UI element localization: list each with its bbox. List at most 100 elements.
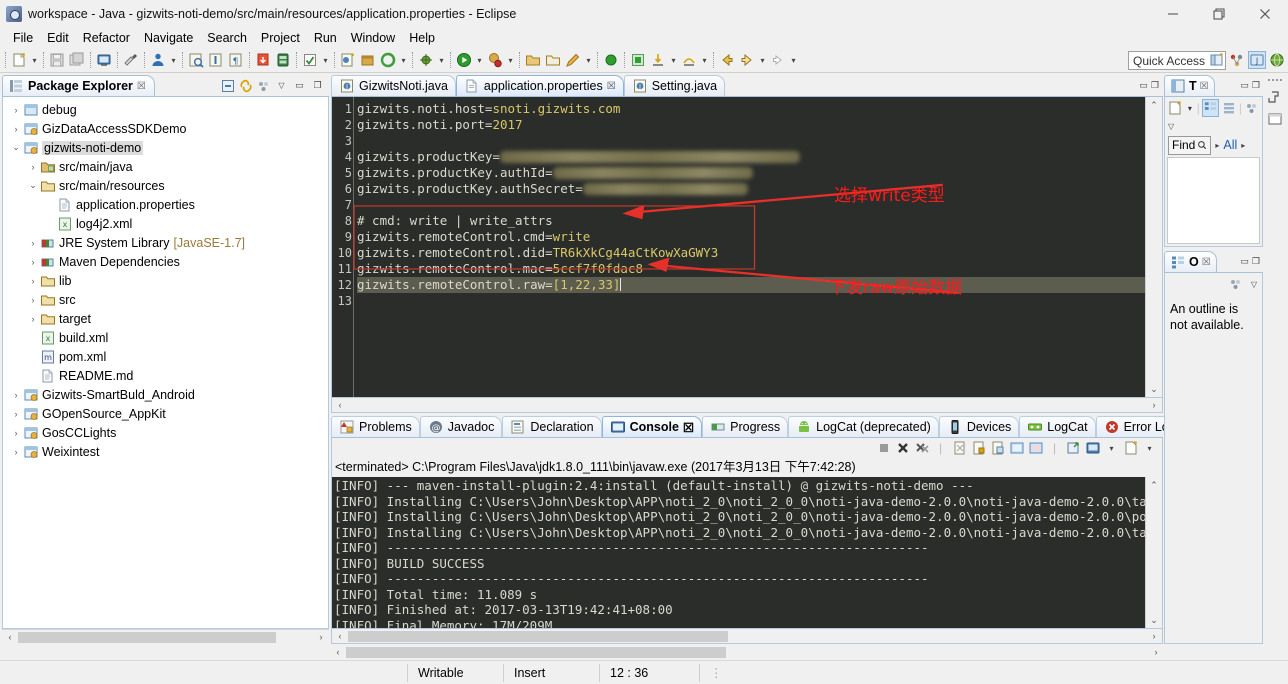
perspective-globe-icon[interactable] [1268,51,1286,69]
run-external-tools-icon[interactable] [485,50,505,70]
code-line[interactable] [357,197,1145,213]
minimize-button[interactable] [1150,0,1196,28]
scroll-left-icon[interactable]: ‹ [332,400,348,410]
maximize-button[interactable] [1196,0,1242,28]
console-tab-logcat-deprecated[interactable]: LogCat (deprecated) [788,416,939,437]
twisty-collapsed-icon[interactable]: › [9,447,23,457]
console-hscroll-track[interactable] [348,630,1146,643]
print-console-icon[interactable] [94,50,114,70]
tree-item-src-main-java[interactable]: ›src/main/java [3,157,328,176]
tree-item-build-xml[interactable]: xbuild.xml [3,328,328,347]
twisty-collapsed-icon[interactable]: › [9,390,23,400]
close-icon[interactable]: ☒ [1200,81,1209,92]
show-console-on-output-icon[interactable] [989,439,1006,457]
code-line[interactable] [357,133,1145,149]
scroll-right-icon[interactable]: › [1148,647,1164,657]
code-viewport[interactable]: 12345678910111213 gizwits.noti.host=snot… [332,97,1145,397]
menu-window[interactable]: Window [344,30,402,46]
maximize-view-icon[interactable]: ❐ [1252,80,1260,91]
outline-menu-chevron-icon[interactable]: ▽ [1251,280,1257,289]
categorized-mode-icon[interactable] [1202,99,1219,117]
task-view-menu-icon[interactable] [1244,99,1260,117]
scroll-up-icon[interactable]: ⌃ [1147,477,1162,493]
pencil-icon[interactable] [563,50,583,70]
console-tab-problems[interactable]: Problems [331,416,420,437]
scroll-lock-icon[interactable] [970,439,987,457]
twisty-expanded-icon[interactable]: ⌄ [9,142,23,153]
twisty-expanded-icon[interactable]: ⌄ [26,180,40,191]
forward-dropdown-icon[interactable]: ▾ [788,50,799,70]
quick-fix-icon[interactable] [121,50,141,70]
open-folder-grey-icon[interactable] [543,50,563,70]
close-icon[interactable]: ☒ [1202,257,1211,268]
hscroll-track[interactable] [18,631,313,644]
code-line[interactable]: gizwits.noti.port=2017 [357,117,1145,133]
tree-item-maven-dependencies[interactable]: ›Maven Dependencies [3,252,328,271]
collapse-all-icon[interactable] [219,77,236,95]
editor-vscroll-track[interactable] [1147,113,1162,381]
menu-file[interactable]: File [6,30,40,46]
code-line[interactable]: gizwits.noti.host=snoti.gizwits.com [357,101,1145,117]
console-vscrollbar[interactable]: ⌃ ⌄ [1145,477,1162,628]
flat-mode-icon[interactable] [1221,99,1237,117]
nav-dropdown-icon[interactable]: ▾ [757,50,768,70]
twisty-collapsed-icon[interactable]: › [26,295,40,305]
next-annotation-icon[interactable] [206,50,226,70]
code-line[interactable]: gizwits.remoteControl.cmd=write [357,229,1145,245]
menu-navigate[interactable]: Navigate [137,30,200,46]
step-over-dropdown-icon[interactable]: ▾ [699,50,710,70]
code-line[interactable]: gizwits.productKey.authSecret= [357,181,1145,197]
checkbox-icon[interactable] [300,50,320,70]
square-green-icon[interactable] [628,50,648,70]
tree-item-jre-system-library[interactable]: ›JRE System Library[JavaSE-1.7] [3,233,328,252]
tree-item-log4j2-xml[interactable]: xlog4j2.xml [3,214,328,233]
code-line[interactable]: gizwits.productKey= [357,149,1145,165]
scroll-down-icon[interactable]: ⌄ [1147,612,1162,628]
database-icon[interactable] [273,50,293,70]
code-line[interactable]: # cmd: write | write_attrs [357,213,1145,229]
bottom-hscrollbar[interactable]: ‹ › [0,644,1288,660]
step-over-icon[interactable] [679,50,699,70]
forward-arrow-icon[interactable] [768,50,788,70]
package-explorer-hscrollbar[interactable]: ‹ › [2,629,329,644]
open-perspective-icon[interactable] [1208,51,1226,69]
maximize-view-icon[interactable]: ❐ [309,77,326,95]
scroll-right-icon[interactable]: › [1146,400,1162,410]
step-into-dropdown-icon[interactable]: ▾ [668,50,679,70]
tree-item-target[interactable]: ›target [3,309,328,328]
hscroll-thumb[interactable] [18,632,276,643]
twisty-collapsed-icon[interactable]: › [26,162,40,172]
open-console-dropdown-icon[interactable] [1122,439,1139,457]
menu-refactor[interactable]: Refactor [76,30,137,46]
code-text[interactable]: gizwits.noti.host=snoti.gizwits.comgizwi… [354,97,1145,397]
code-line[interactable]: gizwits.productKey.authId= [357,165,1145,181]
paragraph-icon[interactable]: ¶ [226,50,246,70]
tree-item-src-main-resources[interactable]: ⌄src/main/resources [3,176,328,195]
tree-item-application-properties[interactable]: application.properties [3,195,328,214]
perspective-team-icon[interactable] [1228,51,1246,69]
status-resize-grip[interactable]: ⋮ [700,664,720,682]
close-button[interactable] [1242,0,1288,28]
code-line[interactable]: gizwits.remoteControl.mac=5ccf7f0fdac8 [357,261,1145,277]
new-wizard-icon[interactable] [9,50,29,70]
tree-item-goscclights[interactable]: ›GosCCLights [3,423,328,442]
save-all-icon[interactable] [67,50,87,70]
checkbox-dropdown-icon[interactable]: ▾ [320,50,331,70]
open-console-icon[interactable] [1065,439,1082,457]
back-nav-icon[interactable] [717,50,737,70]
bottom-hscroll-thumb[interactable] [346,647,726,658]
minimize-view-icon[interactable]: ▭ [291,77,308,95]
minimize-view-icon[interactable]: ▭ [1240,256,1249,267]
tree-item-src[interactable]: ›src [3,290,328,309]
scroll-left-icon[interactable]: ‹ [2,632,18,642]
twisty-collapsed-icon[interactable]: › [26,276,40,286]
twisty-collapsed-icon[interactable]: › [26,314,40,324]
tree-item-weixintest[interactable]: ›Weixintest [3,442,328,461]
new-package-icon[interactable] [358,50,378,70]
scroll-right-icon[interactable]: › [1146,631,1162,641]
console-hscroll-thumb[interactable] [348,631,728,642]
minimize-view-icon[interactable]: ▭ [1240,80,1249,91]
circle-green-icon[interactable] [601,50,621,70]
close-icon[interactable]: ☒ [607,81,616,92]
editor-tab-setting-java[interactable]: JSetting.java [624,75,725,96]
